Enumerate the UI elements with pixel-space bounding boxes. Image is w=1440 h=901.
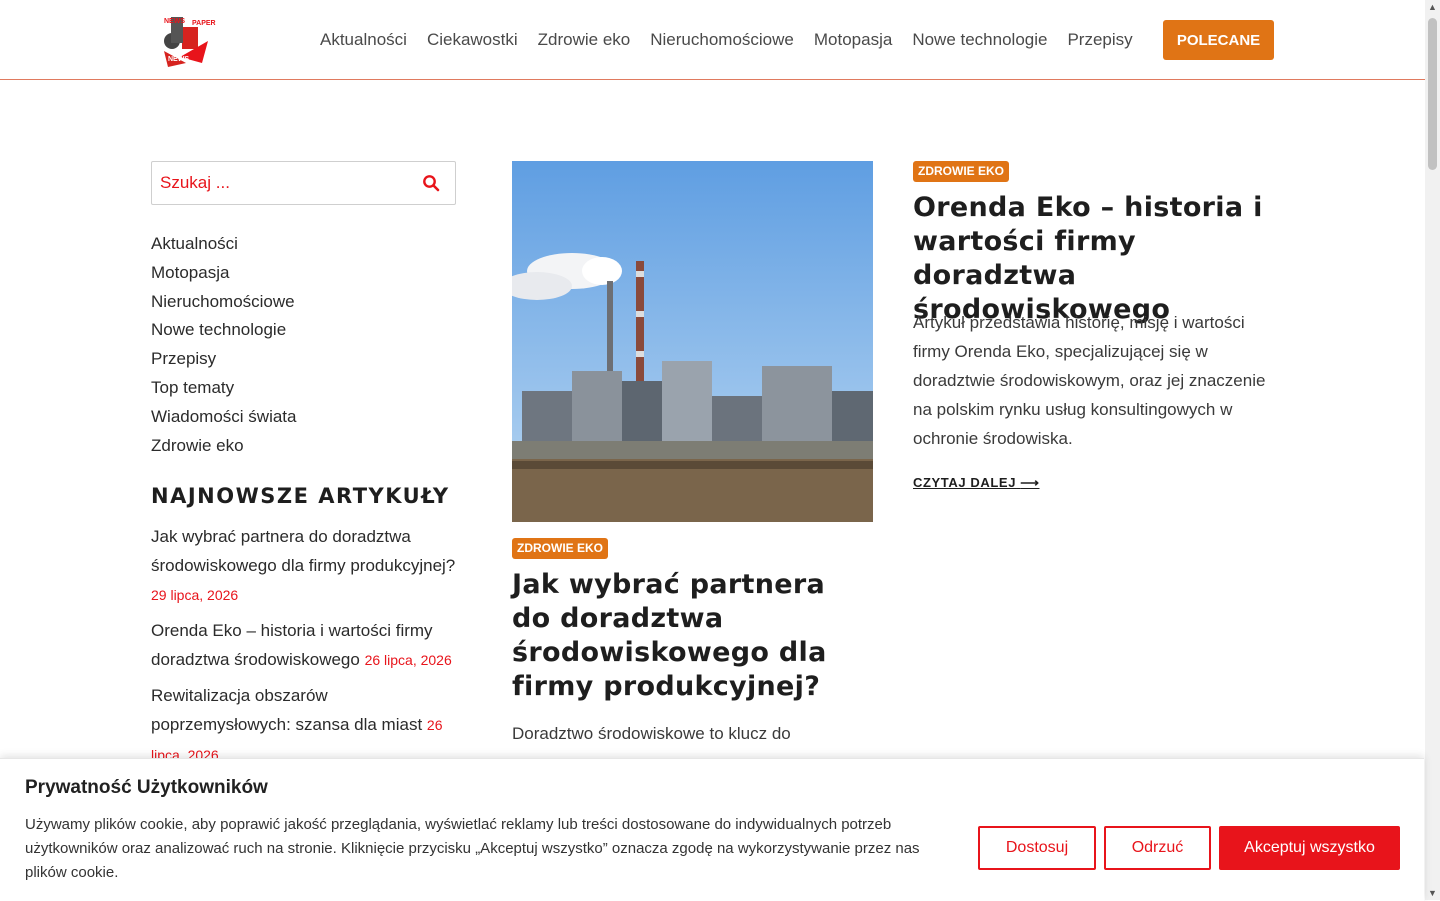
recent-article-date: 29 lipca, 2026	[151, 587, 239, 603]
svg-text:NEWS: NEWS	[164, 18, 185, 25]
scrollbar-thumb[interactable]	[1428, 18, 1437, 170]
arrow-right-icon: ⟶	[1020, 475, 1040, 490]
category-link[interactable]: Nowe technologie	[151, 316, 297, 345]
site-logo[interactable]: NEWS PAPER NEWS	[158, 11, 216, 69]
category-link[interactable]: Nieruchomościowe	[151, 288, 297, 317]
cookie-text: Używamy plików cookie, aby poprawić jako…	[25, 816, 920, 881]
category-link[interactable]: Top tematy	[151, 374, 297, 403]
article-title[interactable]: Jak wybrać partnera do doradztwa środowi…	[512, 568, 873, 704]
search-input[interactable]	[152, 162, 418, 204]
recent-articles-heading: NAJNOWSZE ARTYKUŁY	[151, 484, 450, 508]
scroll-down-arrow-icon[interactable]: ▼	[1428, 888, 1437, 898]
recent-article-date: 26 lipca, 2026	[364, 652, 452, 668]
nav-item-ciekawostki[interactable]: Ciekawostki	[427, 30, 518, 50]
category-link[interactable]: Zdrowie eko	[151, 432, 297, 461]
read-more-link[interactable]: CZYTAJ DALEJ ⟶	[913, 475, 1040, 491]
category-list: Aktualności Motopasja Nieruchomościowe N…	[151, 230, 297, 460]
article-thumbnail-industrial-plant[interactable]	[512, 161, 873, 522]
reject-button[interactable]: Odrzuć	[1104, 826, 1211, 870]
recent-article-item: Rewitalizacja obszarów poprzemysłowych: …	[151, 681, 461, 770]
page-scrollbar[interactable]: ▲ ▼	[1425, 0, 1440, 900]
polecane-button[interactable]: POLECANE	[1163, 20, 1274, 60]
recent-article-link[interactable]: Rewitalizacja obszarów poprzemysłowych: …	[151, 686, 422, 734]
nav-item-nowe-technologie[interactable]: Nowe technologie	[912, 30, 1047, 50]
recent-article-item: Jak wybrać partnera do doradztwa środowi…	[151, 522, 461, 610]
svg-text:NEWS: NEWS	[168, 56, 189, 63]
search-form	[151, 161, 456, 205]
article-category-badge[interactable]: ZDROWIE EKO	[913, 161, 1009, 182]
article-title[interactable]: Orenda Eko – historia i wartości firmy d…	[913, 191, 1275, 327]
nav-item-aktualnosci[interactable]: Aktualności	[320, 30, 407, 50]
svg-text:PAPER: PAPER	[192, 20, 216, 27]
recent-article-link[interactable]: Jak wybrać partnera do doradztwa środowi…	[151, 527, 455, 575]
search-icon[interactable]	[422, 174, 440, 192]
cookie-title: Prywatność Użytkowników	[25, 777, 268, 798]
nav-item-nieruchomosciowe[interactable]: Nieruchomościowe	[650, 30, 794, 50]
category-link[interactable]: Przepisy	[151, 345, 297, 374]
site-header: NEWS PAPER NEWS Aktualności Ciekawostki …	[0, 0, 1425, 80]
article-excerpt: Artykuł przedstawia historię, misję i wa…	[913, 313, 1266, 448]
recent-article-item: Orenda Eko – historia i wartości firmy d…	[151, 616, 461, 675]
article-category-badge[interactable]: ZDROWIE EKO	[512, 538, 608, 559]
category-link[interactable]: Wiadomości świata	[151, 403, 297, 432]
accept-all-button[interactable]: Akceptuj wszystko	[1219, 826, 1400, 870]
article-excerpt: Doradztwo środowiskowe to klucz do	[512, 724, 791, 743]
recent-articles-list: Jak wybrać partnera do doradztwa środowi…	[151, 522, 461, 776]
customize-button[interactable]: Dostosuj	[978, 826, 1096, 870]
main-nav: Aktualności Ciekawostki Zdrowie eko Nier…	[310, 20, 1143, 60]
nav-item-motopasja[interactable]: Motopasja	[814, 30, 892, 50]
category-link[interactable]: Aktualności	[151, 230, 297, 259]
cookie-banner: Prywatność Użytkowników Używamy plików c…	[0, 758, 1424, 901]
category-link[interactable]: Motopasja	[151, 259, 297, 288]
nav-item-zdrowie-eko[interactable]: Zdrowie eko	[538, 30, 631, 50]
scroll-up-arrow-icon[interactable]: ▲	[1428, 2, 1437, 12]
nav-item-przepisy[interactable]: Przepisy	[1067, 30, 1132, 50]
read-more-label: CZYTAJ DALEJ	[913, 475, 1017, 490]
